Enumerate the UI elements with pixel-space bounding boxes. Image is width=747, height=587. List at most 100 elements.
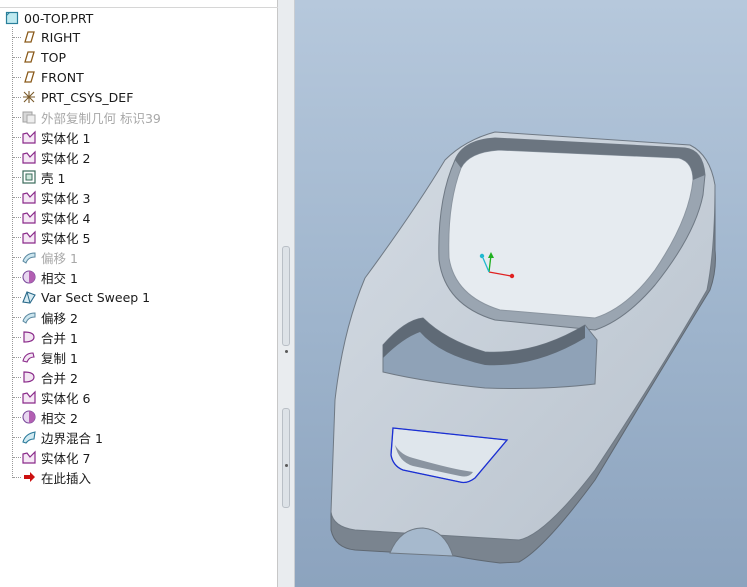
part-icon bbox=[4, 10, 20, 26]
tree-item[interactable]: FRONT bbox=[13, 67, 84, 87]
tree-branch-connector bbox=[13, 437, 21, 438]
external-copy-geometry-icon bbox=[21, 109, 37, 125]
solidify-icon bbox=[21, 209, 37, 225]
tree-branch-connector bbox=[13, 197, 21, 198]
solidify-icon bbox=[21, 149, 37, 165]
tree-item[interactable]: 偏移 1 bbox=[13, 247, 78, 267]
splitter-dot bbox=[285, 350, 288, 353]
tree-branch-connector bbox=[13, 277, 21, 278]
solidify-icon bbox=[21, 449, 37, 465]
tree-branch-connector bbox=[13, 97, 21, 98]
tree-item-label: 实体化 1 bbox=[41, 130, 91, 146]
tree-item[interactable]: 实体化 1 bbox=[13, 127, 91, 147]
offset-icon bbox=[21, 309, 37, 325]
tree-item-label: PRT_CSYS_DEF bbox=[41, 89, 134, 105]
graphics-viewport[interactable] bbox=[295, 0, 747, 587]
splitter-grip-bottom[interactable] bbox=[282, 408, 290, 508]
tree-item-label: 边界混合 1 bbox=[41, 430, 103, 446]
merge-icon bbox=[21, 329, 37, 345]
tree-branch-connector bbox=[13, 57, 21, 58]
tree-branch-connector bbox=[13, 377, 21, 378]
tree-item[interactable]: 实体化 3 bbox=[13, 187, 91, 207]
tree-item[interactable]: 实体化 2 bbox=[13, 147, 91, 167]
tree-item-label: 外部复制几何 标识39 bbox=[41, 110, 161, 126]
tree-branch-connector bbox=[13, 457, 21, 458]
tree-item-label: 偏移 1 bbox=[41, 250, 78, 266]
datum-plane-icon bbox=[21, 69, 37, 85]
tree-item[interactable]: 壳 1 bbox=[13, 167, 66, 187]
boundary-blend-icon bbox=[21, 429, 37, 445]
tree-item[interactable]: PRT_CSYS_DEF bbox=[13, 87, 134, 107]
tree-branch-connector bbox=[13, 237, 21, 238]
offset-icon bbox=[21, 249, 37, 265]
tree-top-border bbox=[0, 7, 278, 8]
panel-splitter[interactable] bbox=[278, 0, 295, 587]
tree-branch-connector bbox=[13, 417, 21, 418]
splitter-dot bbox=[285, 464, 288, 467]
tree-item-label: 复制 1 bbox=[41, 350, 78, 366]
tree-branch-connector bbox=[13, 397, 21, 398]
tree-item-label: 合并 1 bbox=[41, 330, 78, 346]
tree-item[interactable]: TOP bbox=[13, 47, 67, 67]
tree-item-label: TOP bbox=[41, 49, 67, 65]
tree-branch-connector bbox=[13, 357, 21, 358]
tree-branch-connector bbox=[13, 297, 21, 298]
tree-branch-connector bbox=[13, 477, 21, 478]
tree-item-label: 合并 2 bbox=[41, 370, 78, 386]
tree-branch-connector bbox=[13, 137, 21, 138]
shell-icon bbox=[21, 169, 37, 185]
tree-item-label: 相交 2 bbox=[41, 410, 78, 426]
tree-branch-connector bbox=[13, 257, 21, 258]
tree-item[interactable]: 实体化 7 bbox=[13, 447, 91, 467]
tree-item-label: 实体化 6 bbox=[41, 390, 91, 406]
tree-item-label: 实体化 5 bbox=[41, 230, 91, 246]
datum-plane-icon bbox=[21, 29, 37, 45]
intersect-icon bbox=[21, 409, 37, 425]
tree-item-label: 在此插入 bbox=[41, 470, 92, 486]
tree-item[interactable]: 实体化 5 bbox=[13, 227, 91, 247]
tree-connector-line bbox=[12, 27, 13, 478]
tree-item-label: 实体化 3 bbox=[41, 190, 91, 206]
tree-root-label: 00-TOP.PRT bbox=[24, 10, 94, 26]
intersect-icon bbox=[21, 269, 37, 285]
tree-item-label: 实体化 2 bbox=[41, 150, 91, 166]
tree-item-label: FRONT bbox=[41, 69, 84, 85]
tree-item[interactable]: 合并 2 bbox=[13, 367, 78, 387]
splitter-grip-top[interactable] bbox=[282, 246, 290, 346]
tree-item-label: RIGHT bbox=[41, 29, 81, 45]
var-sect-sweep-icon bbox=[21, 289, 37, 305]
tree-item[interactable]: 实体化 6 bbox=[13, 387, 91, 407]
part-model-view[interactable] bbox=[295, 0, 747, 587]
tree-item[interactable]: 合并 1 bbox=[13, 327, 78, 347]
merge-icon bbox=[21, 369, 37, 385]
tree-item-label: 壳 1 bbox=[41, 170, 66, 186]
tree-item[interactable]: RIGHT bbox=[13, 27, 81, 47]
tree-branch-connector bbox=[13, 37, 21, 38]
solidify-icon bbox=[21, 229, 37, 245]
solidify-icon bbox=[21, 389, 37, 405]
tree-item[interactable]: 实体化 4 bbox=[13, 207, 91, 227]
tree-item-label: 实体化 7 bbox=[41, 450, 91, 466]
tree-item-label: Var Sect Sweep 1 bbox=[41, 289, 151, 305]
tree-item[interactable]: 偏移 2 bbox=[13, 307, 78, 327]
insert-here-arrow-icon bbox=[21, 469, 37, 485]
tree-item[interactable]: 在此插入 bbox=[13, 467, 92, 487]
tree-branch-connector bbox=[13, 337, 21, 338]
solidify-icon bbox=[21, 129, 37, 145]
copy-icon bbox=[21, 349, 37, 365]
tree-item-label: 相交 1 bbox=[41, 270, 78, 286]
tree-item[interactable]: 相交 2 bbox=[13, 407, 78, 427]
datum-plane-icon bbox=[21, 49, 37, 65]
tree-item[interactable]: 外部复制几何 标识39 bbox=[13, 107, 161, 127]
tree-item[interactable]: 复制 1 bbox=[13, 347, 78, 367]
tree-root-item[interactable]: 00-TOP.PRT bbox=[4, 9, 93, 27]
tree-branch-connector bbox=[13, 317, 21, 318]
tree-item[interactable]: 相交 1 bbox=[13, 267, 78, 287]
solidify-icon bbox=[21, 189, 37, 205]
tree-branch-connector bbox=[13, 77, 21, 78]
tree-item-label: 实体化 4 bbox=[41, 210, 91, 226]
tree-branch-connector bbox=[13, 117, 21, 118]
tree-item[interactable]: 边界混合 1 bbox=[13, 427, 103, 447]
tree-item[interactable]: Var Sect Sweep 1 bbox=[13, 287, 151, 307]
tree-item-label: 偏移 2 bbox=[41, 310, 78, 326]
